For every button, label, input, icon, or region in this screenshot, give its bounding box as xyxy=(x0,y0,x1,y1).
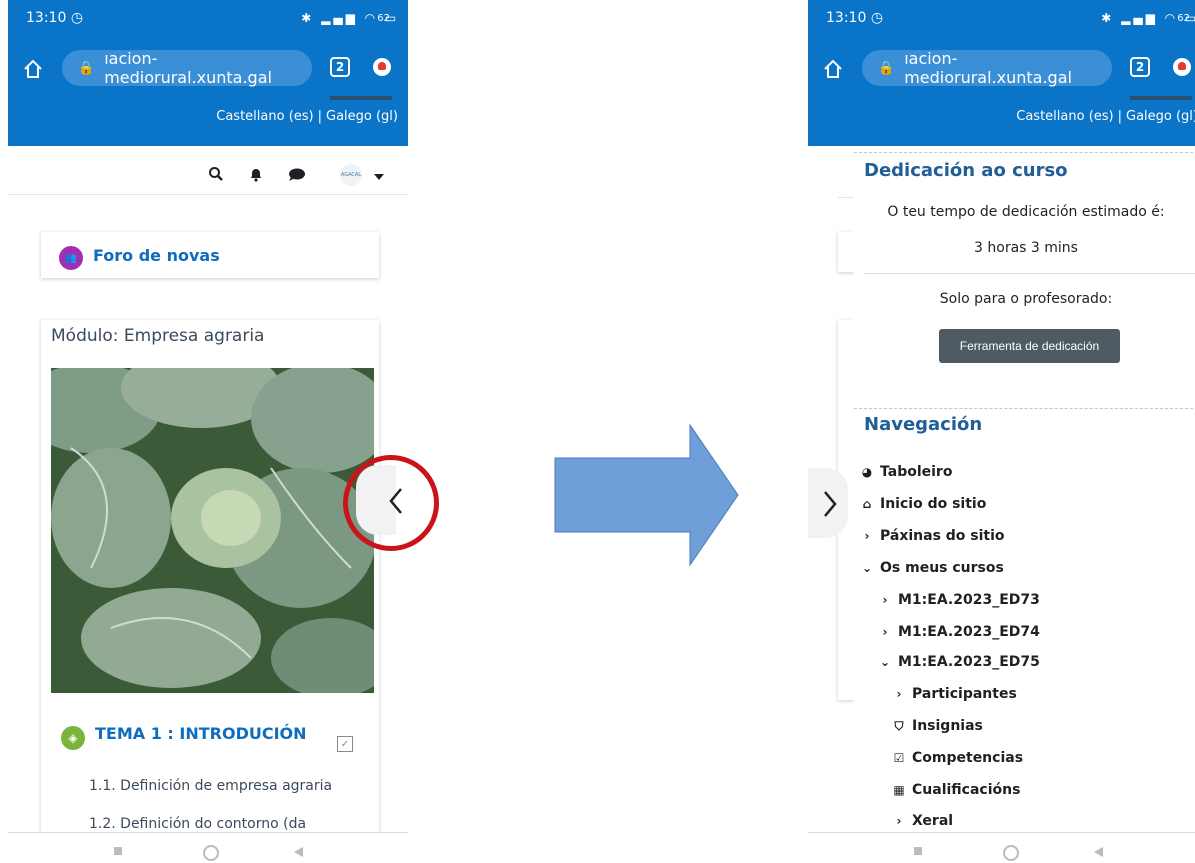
dedication-title: Dedicación ao curso xyxy=(864,160,1068,181)
list-item[interactable]: 1.2. Definición do contorno (da xyxy=(89,816,306,832)
block-divider xyxy=(854,152,1195,153)
list-item[interactable]: 1.1. Definición de empresa agraria xyxy=(89,778,332,794)
status-bar: 13:10 ◷ ✱ ▂▄▆ ◠ ▭ 62 xyxy=(8,0,408,36)
language-bar: Castellano (es) | Galego (gl) xyxy=(808,100,1195,146)
chevron-down-icon: ⌄ xyxy=(861,561,873,575)
nav-item-badges[interactable]: ⛉ Insignias xyxy=(892,718,982,734)
nav-item-course-ed73[interactable]: › M1:EA.2023_ED73 xyxy=(878,592,1040,608)
completion-checkbox-icon[interactable]: ✓ xyxy=(337,736,353,752)
chevron-down-icon: ⌄ xyxy=(879,655,891,669)
shield-icon: ⛉ xyxy=(894,718,904,733)
page-behind-card xyxy=(838,232,854,272)
nav-item-competencies[interactable]: ☑ Competencias xyxy=(892,750,1023,766)
browser-toolbar: 🔒 ıacion-mediorural.xunta.gal 2 xyxy=(8,36,408,100)
left-screenshot: 13:10 ◷ ✱ ▂▄▆ ◠ ▭ 62 🔒 ıacion-mediorural.… xyxy=(8,0,408,863)
android-nav-bar xyxy=(808,832,1195,863)
chevron-down-icon[interactable] xyxy=(374,174,384,180)
battery-level: 62 xyxy=(1177,12,1190,24)
status-time: 13:10 xyxy=(826,10,867,26)
lang-es-link[interactable]: Castellano (es) xyxy=(1016,109,1113,124)
search-icon[interactable] xyxy=(208,166,224,182)
lock-icon: 🔒 xyxy=(878,60,895,76)
estimated-value: 3 horas 3 mins xyxy=(974,240,1078,256)
back-icon[interactable] xyxy=(294,847,303,857)
bell-icon[interactable] xyxy=(248,166,264,182)
home-icon[interactable] xyxy=(822,58,844,80)
chevron-right-icon: › xyxy=(896,814,902,828)
language-bar: Castellano (es) | Galego (gl) xyxy=(8,100,408,146)
address-bar[interactable]: 🔒 ıacion-mediorural.xunta.gal xyxy=(62,49,312,87)
recents-icon[interactable] xyxy=(114,847,122,855)
nav-item-grades[interactable]: ▦ Cualificacións xyxy=(892,782,1020,798)
chevron-right-icon[interactable] xyxy=(822,490,838,518)
section-divider xyxy=(864,273,1195,274)
module-card: Módulo: Empresa agraria ◈ TEMA 1 : INTRO… xyxy=(41,320,379,863)
extension-icon[interactable] xyxy=(373,58,391,76)
topic-icon: ◈ xyxy=(61,726,85,750)
chevron-right-icon: › xyxy=(896,687,902,701)
tabs-button[interactable]: 2 xyxy=(1130,57,1150,77)
battery-level: 62 xyxy=(377,12,390,24)
arrow-right-icon xyxy=(554,423,739,567)
address-bar[interactable]: 🔒 ıacion-mediorural.xunta.gal xyxy=(862,49,1112,87)
home-icon: ⌂ xyxy=(862,497,872,511)
chevron-right-icon: › xyxy=(882,593,888,607)
lang-gl-link[interactable]: Galego (gl) xyxy=(1126,109,1195,124)
android-nav-bar xyxy=(8,832,408,863)
navigation-title: Navegación xyxy=(864,414,983,435)
lock-icon: 🔒 xyxy=(78,60,95,76)
recents-icon[interactable] xyxy=(914,847,922,855)
extension-icon[interactable] xyxy=(1173,58,1191,76)
lang-es-link[interactable]: Castellano (es) xyxy=(216,109,313,124)
url-text: ıacion-mediorural.xunta.gal xyxy=(904,49,1072,87)
module-title: Módulo: Empresa agraria xyxy=(51,326,265,346)
user-toolbar: AGACAL xyxy=(8,158,408,195)
teachers-only-label: Solo para o profesorado: xyxy=(939,291,1113,307)
forum-link[interactable]: Foro de novas xyxy=(93,246,220,265)
alarm-icon: ◷ xyxy=(870,10,884,26)
nav-item-participants[interactable]: › Participantes xyxy=(892,686,1017,702)
lang-separator: | xyxy=(317,109,322,124)
alarm-icon: ◷ xyxy=(70,10,84,26)
estimated-label: O teu tempo de dedicación estimado é: xyxy=(887,204,1165,220)
nav-item-course-ed75[interactable]: ⌄ M1:EA.2023_ED75 xyxy=(878,654,1040,670)
url-text: ıacion-mediorural.xunta.gal xyxy=(104,49,272,87)
nav-item-general[interactable]: › Xeral xyxy=(892,813,954,829)
nav-item-site-home[interactable]: ⌂ Inicio do sitio xyxy=(860,496,987,512)
status-bar: 13:10 ◷ ✱ ▂▄▆ ◠ ▭ 62 xyxy=(808,0,1195,36)
nav-item-course-ed74[interactable]: › M1:EA.2023_ED74 xyxy=(878,624,1040,640)
dashboard-icon: ◕ xyxy=(861,465,873,479)
lang-gl-link[interactable]: Galego (gl) xyxy=(326,109,398,124)
lang-separator: | xyxy=(1117,109,1122,124)
back-icon[interactable] xyxy=(1094,847,1103,857)
nav-item-my-courses[interactable]: ⌄ Os meus cursos xyxy=(860,560,1004,576)
forum-card[interactable]: 👥 Foro de novas xyxy=(41,232,379,278)
block-drawer: Dedicación ao curso O teu tempo de dedic… xyxy=(854,146,1195,836)
tabs-button[interactable]: 2 xyxy=(330,57,350,77)
home-circle-icon[interactable] xyxy=(203,845,219,861)
check-square-icon: ☑ xyxy=(893,751,905,765)
avatar[interactable]: AGACAL xyxy=(340,164,362,186)
block-divider xyxy=(854,408,1195,409)
forum-icon: 👥 xyxy=(59,246,83,270)
nav-item-dashboard[interactable]: ◕ Taboleiro xyxy=(860,464,953,480)
home-icon[interactable] xyxy=(22,58,44,80)
chevron-right-icon: › xyxy=(864,529,870,543)
right-screenshot: 13:10 ◷ ✱ ▂▄▆ ◠ ▭ 62 🔒 ıacion-mediorural.… xyxy=(808,0,1195,863)
browser-toolbar: 🔒 ıacion-mediorural.xunta.gal 2 xyxy=(808,36,1195,100)
topic-link[interactable]: TEMA 1 : INTRODUCIÓN xyxy=(95,724,307,743)
chevron-right-icon: › xyxy=(882,625,888,639)
table-icon: ▦ xyxy=(893,783,905,797)
dedication-tool-button[interactable]: Ferramenta de dedicación xyxy=(939,329,1120,363)
home-circle-icon[interactable] xyxy=(1003,845,1019,861)
module-image xyxy=(51,368,374,693)
message-icon[interactable] xyxy=(288,166,306,182)
status-time: 13:10 xyxy=(26,10,67,26)
page-behind-divider xyxy=(838,197,854,198)
highlight-circle xyxy=(343,455,439,551)
nav-item-site-pages[interactable]: › Páxinas do sitio xyxy=(860,528,1005,544)
